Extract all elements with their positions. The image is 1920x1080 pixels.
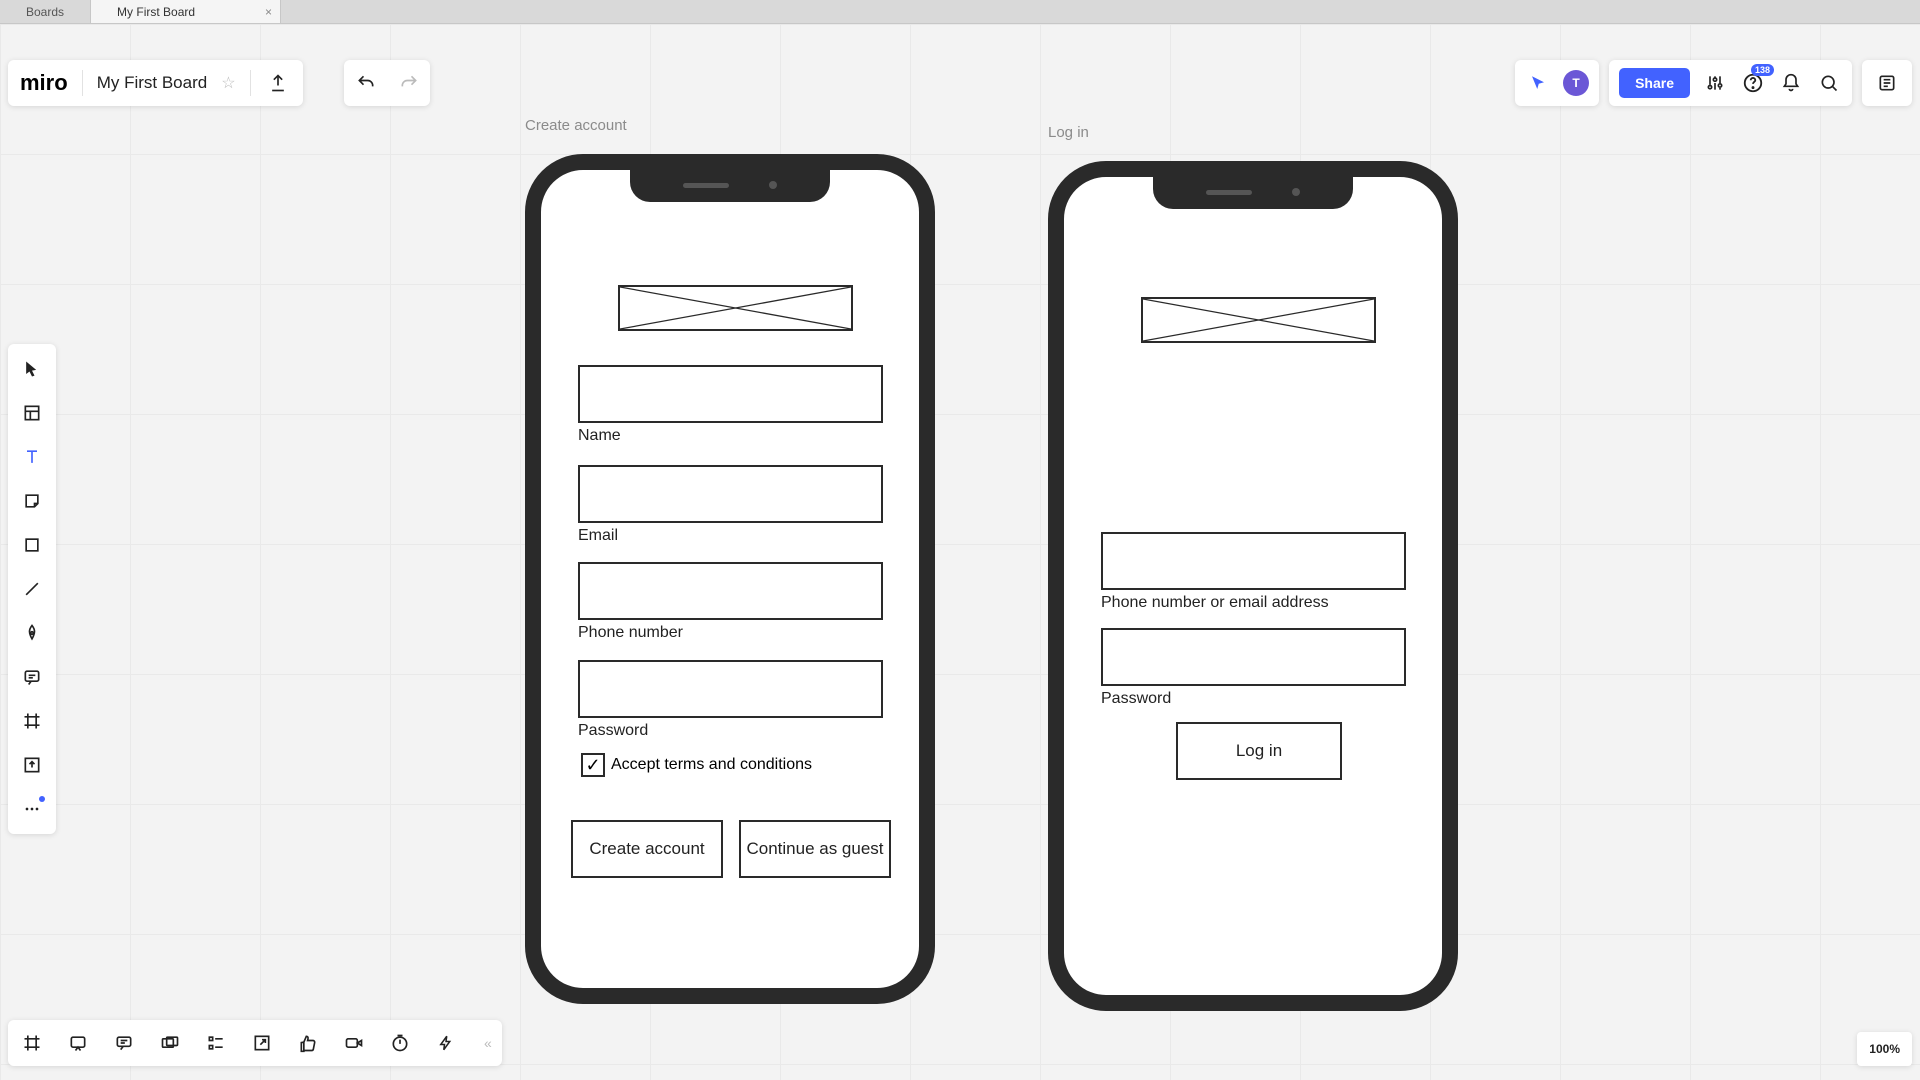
frame-tool-icon[interactable] [17,706,47,736]
vote-icon[interactable] [294,1029,322,1057]
camera-icon [769,181,777,189]
window-tabstrip: Boards My First Board × [0,0,1920,24]
wireframe-label-name: Name [578,427,883,445]
speaker-icon [1206,190,1252,195]
open-external-icon[interactable] [248,1029,276,1057]
canvas[interactable]: miro My First Board ☆ T Share [0,24,1920,1080]
cursor-presence-icon[interactable] [1525,70,1551,96]
undo-redo-card [344,60,430,106]
header-card: miro My First Board ☆ [8,60,303,106]
bottom-toolbar: « [8,1020,502,1066]
frames-panel-icon[interactable] [18,1029,46,1057]
wireframe-label-phone: Phone number [578,624,883,642]
tab-active-board[interactable]: My First Board × [91,0,281,23]
wireframe-input-identifier[interactable] [1101,532,1406,590]
wireframe-button-guest-label: Continue as guest [746,839,883,859]
wireframe-checkbox[interactable]: ✓ [581,753,605,777]
wireframe-button-create[interactable]: Create account [571,820,723,878]
redo-icon[interactable] [396,70,422,96]
help-icon[interactable]: 138 [1740,70,1766,96]
undo-icon[interactable] [353,70,379,96]
wireframe-button-guest[interactable]: Continue as guest [739,820,891,878]
share-button[interactable]: Share [1619,68,1690,98]
presentation-icon[interactable] [64,1029,92,1057]
speaker-icon [683,183,729,188]
wireframe-input-phone[interactable] [578,562,883,620]
phone-notch [630,168,830,202]
zoom-indicator[interactable]: 100% [1857,1032,1912,1066]
panel-toggle-icon[interactable] [1874,70,1900,96]
shape-tool-icon[interactable] [17,530,47,560]
wireframe-input-name[interactable] [578,365,883,423]
divider [82,70,83,96]
upload-tool-icon[interactable] [17,750,47,780]
select-tool-icon[interactable] [17,354,47,384]
phone-mockup-create[interactable]: Name Email Phone number Password ✓ Accep… [525,154,935,1004]
settings-sliders-icon[interactable] [1702,70,1728,96]
wireframe-label-login-password: Password [1101,690,1406,708]
wireframe-button-create-label: Create account [589,839,704,859]
pen-tool-icon[interactable] [17,618,47,648]
comments-panel-icon[interactable] [110,1029,138,1057]
tab-boards[interactable]: Boards [0,0,91,23]
actions-card: Share 138 [1609,60,1852,106]
collapse-toolbar-icon[interactable]: « [478,1035,492,1051]
wireframe-image-placeholder[interactable] [1141,297,1376,343]
cards-icon[interactable] [156,1029,184,1057]
panel-toggle-card [1862,60,1912,106]
tab-active-label: My First Board [117,5,195,19]
text-tool-icon[interactable] [17,442,47,472]
star-icon[interactable]: ☆ [221,73,235,93]
miro-logo[interactable]: miro [20,70,68,96]
list-icon[interactable] [202,1029,230,1057]
wireframe-button-login[interactable]: Log in [1176,722,1342,780]
wireframe-label-email: Email [578,527,883,545]
phone-notch [1153,175,1353,209]
close-tab-icon[interactable]: × [265,5,272,19]
wireframe-button-login-label: Log in [1236,741,1282,761]
bolt-icon[interactable] [432,1029,460,1057]
presence-card: T [1515,60,1599,106]
avatar[interactable]: T [1563,70,1589,96]
wireframe-input-login-password[interactable] [1101,628,1406,686]
comment-tool-icon[interactable] [17,662,47,692]
zoom-value: 100% [1869,1042,1900,1056]
wireframe-image-placeholder[interactable] [618,285,853,331]
bell-icon[interactable] [1778,70,1804,96]
board-title[interactable]: My First Board [97,73,208,93]
wireframe-input-password[interactable] [578,660,883,718]
line-tool-icon[interactable] [17,574,47,604]
header-right: T Share 138 [1515,60,1912,106]
more-tools-icon[interactable] [17,794,47,824]
phone-mockup-login[interactable]: Phone number or email address Password L… [1048,161,1458,1011]
video-icon[interactable] [340,1029,368,1057]
wireframe-input-email[interactable] [578,465,883,523]
share-label: Share [1635,75,1674,91]
templates-tool-icon[interactable] [17,398,47,428]
export-icon[interactable] [265,70,291,96]
avatar-initial: T [1572,76,1579,90]
wireframe-checkbox-label: Accept terms and conditions [611,756,812,774]
timer-icon[interactable] [386,1029,414,1057]
sticky-note-tool-icon[interactable] [17,486,47,516]
tool-palette [8,344,56,834]
camera-icon [1292,188,1300,196]
tab-boards-label: Boards [26,5,64,19]
search-icon[interactable] [1816,70,1842,96]
frame-label-login[interactable]: Log in [1048,124,1089,141]
wireframe-label-identifier: Phone number or email address [1101,594,1406,612]
wireframe-label-password: Password [578,722,883,740]
divider [250,70,251,96]
frame-label-create[interactable]: Create account [525,117,627,134]
help-badge: 138 [1751,64,1774,76]
